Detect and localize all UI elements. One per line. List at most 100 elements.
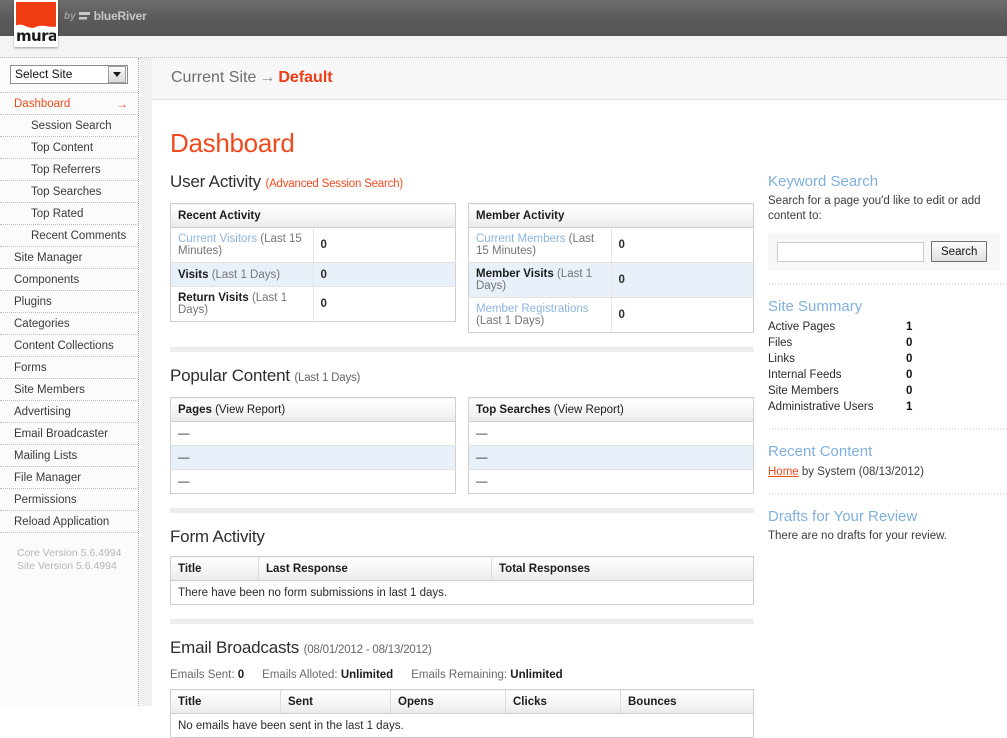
table-row: Current Visitors (Last 15 Minutes)0 <box>171 228 456 263</box>
activity-label-link[interactable]: Current Members <box>476 233 565 245</box>
search-input[interactable] <box>777 242 924 262</box>
sidebar-item-site-members[interactable]: Site Members <box>0 379 138 401</box>
activity-label-link[interactable]: Current Visitors <box>178 233 257 245</box>
summary-label: Site Members <box>768 383 904 399</box>
form-activity-table: TitleLast ResponseTotal Responses There … <box>170 556 754 605</box>
sidebar-item-label: Content Collections <box>14 340 114 352</box>
sidebar-item-top-content[interactable]: Top Content <box>0 137 138 159</box>
recent-content-link[interactable]: Home <box>768 466 799 478</box>
form-activity-empty-message: There have been no form submissions in l… <box>171 581 754 605</box>
summary-value: 0 <box>904 383 948 399</box>
sidebar-item-forms[interactable]: Forms <box>0 357 138 379</box>
activity-label: Member Visits <box>476 268 554 280</box>
activity-value: 0 <box>313 263 456 287</box>
recent-activity-panel: Recent Activity Current Visitors (Last 1… <box>170 203 456 333</box>
app-header-bar: by blueRiver <box>0 0 1007 36</box>
sidebar-item-label: Site Manager <box>14 252 82 264</box>
pages-header-label: Pages <box>178 404 212 416</box>
summary-row: Active Pages1 <box>768 319 948 335</box>
sidebar-item-label: Dashboard <box>14 98 70 110</box>
activity-label-cell: Member Visits (Last 1 Days) <box>469 263 612 298</box>
sidebar-item-content-collections[interactable]: Content Collections <box>0 335 138 357</box>
sidebar-item-label: Forms <box>14 362 47 374</box>
activity-period: (Last 1 Days) <box>476 315 544 327</box>
chevron-down-icon[interactable] <box>108 66 126 83</box>
panel-divider <box>768 428 1007 430</box>
table-row: Return Visits (Last 1 Days)0 <box>171 287 456 322</box>
vendor-byline: by blueRiver <box>64 9 147 23</box>
sidebar-item-label: Recent Comments <box>31 230 126 242</box>
activity-value: 0 <box>313 287 456 322</box>
table-row: Member Registrations (Last 1 Days) 0 <box>469 298 754 333</box>
activity-value: 0 <box>611 298 754 333</box>
search-button[interactable]: Search <box>931 241 987 262</box>
column-header: Total Responses <box>492 557 754 581</box>
sidebar-item-recent-comments[interactable]: Recent Comments <box>0 225 138 247</box>
sidebar-item-categories[interactable]: Categories <box>0 313 138 335</box>
list-item: — <box>469 446 754 470</box>
top-searches-header-label: Top Searches <box>476 404 551 416</box>
top-searches-body: ——— <box>469 422 754 494</box>
recent-activity-body: Current Visitors (Last 15 Minutes)0Visit… <box>171 228 456 322</box>
popular-content-tables: Pages (View Report) ——— Top Searches (Vi… <box>170 397 754 494</box>
sidebar-item-mailing-lists[interactable]: Mailing Lists <box>0 445 138 467</box>
member-activity-table: Member Activity Current Members (Last 15… <box>468 203 754 333</box>
column-header: Bounces <box>621 690 754 714</box>
pages-view-report-link[interactable]: (View Report) <box>215 404 285 416</box>
sidebar-item-label: Reload Application <box>14 516 109 528</box>
sidebar-item-label: File Manager <box>14 472 81 484</box>
summary-value: 0 <box>904 335 948 351</box>
list-item: — <box>171 422 456 446</box>
activity-label-link[interactable]: Member Registrations <box>476 303 588 315</box>
recent-activity-table: Recent Activity Current Visitors (Last 1… <box>170 203 456 322</box>
drafts-heading: Drafts for Your Review <box>768 507 1007 526</box>
site-select-dropdown[interactable]: Select Site <box>10 65 128 84</box>
email-broadcasts-table: TitleSentOpensClicksBounces No emails ha… <box>170 689 754 738</box>
sidebar-item-top-referrers[interactable]: Top Referrers <box>0 159 138 181</box>
list-item: — <box>469 422 754 446</box>
sidebar-item-advertising[interactable]: Advertising <box>0 401 138 423</box>
sidebar-item-reload-application[interactable]: Reload Application <box>0 511 138 533</box>
version-info: Core Version 5.6.4994 Site Version 5.6.4… <box>0 547 138 573</box>
top-searches-header: Top Searches (View Report) <box>469 398 754 422</box>
activity-label-cell: Current Members (Last 15 Minutes) <box>469 228 612 263</box>
top-searches-table: Top Searches (View Report) ——— <box>468 397 754 494</box>
activity-label-cell: Visits (Last 1 Days) <box>171 263 314 287</box>
sidebar-item-permissions[interactable]: Permissions <box>0 489 138 511</box>
column-header: Title <box>171 557 259 581</box>
sidebar-item-label: Categories <box>14 318 70 330</box>
sidebar-item-dashboard[interactable]: Dashboard→ <box>0 93 138 115</box>
pages-header: Pages (View Report) <box>171 398 456 422</box>
sidebar-item-components[interactable]: Components <box>0 269 138 291</box>
panel-divider <box>768 493 1007 495</box>
top-searches-view-report-link[interactable]: (View Report) <box>554 404 624 416</box>
site-summary-heading: Site Summary <box>768 297 1007 316</box>
keyword-search-heading: Keyword Search <box>768 172 1007 191</box>
recent-content-heading: Recent Content <box>768 442 1007 461</box>
activity-label-cell: Current Visitors (Last 15 Minutes) <box>171 228 314 263</box>
sidebar-item-session-search[interactable]: Session Search <box>0 115 138 137</box>
sidebar-item-email-broadcaster[interactable]: Email Broadcaster <box>0 423 138 445</box>
sidebar-item-top-searches[interactable]: Top Searches <box>0 181 138 203</box>
site-summary-body: Active Pages1Files0Links0Internal Feeds0… <box>768 319 948 415</box>
table-row: — <box>469 446 754 470</box>
summary-value: 0 <box>904 367 948 383</box>
section-divider <box>170 508 754 513</box>
sidebar-content-gutter <box>140 58 152 706</box>
eb-stat-value: 0 <box>238 669 244 681</box>
sidebar-item-file-manager[interactable]: File Manager <box>0 467 138 489</box>
summary-value: 1 <box>904 399 948 415</box>
sidebar-item-plugins[interactable]: Plugins <box>0 291 138 313</box>
column-header: Clicks <box>506 690 621 714</box>
mura-logo[interactable]: mura <box>14 0 58 47</box>
sidebar-item-top-rated[interactable]: Top Rated <box>0 203 138 225</box>
advanced-session-search-link[interactable]: (Advanced Session Search) <box>265 178 403 190</box>
email-broadcasts-daterange: (08/01/2012 - 08/13/2012) <box>304 644 432 656</box>
main-column: Dashboard User Activity (Advanced Sessio… <box>170 100 754 738</box>
sidebar-item-site-manager[interactable]: Site Manager <box>0 247 138 269</box>
sidebar-item-label: Top Searches <box>31 186 101 198</box>
sidebar-item-label: Mailing Lists <box>14 450 77 462</box>
pages-body: ——— <box>171 422 456 494</box>
breadcrumb-current-site[interactable]: Default <box>278 69 332 86</box>
byline-by-text: by <box>64 11 76 22</box>
